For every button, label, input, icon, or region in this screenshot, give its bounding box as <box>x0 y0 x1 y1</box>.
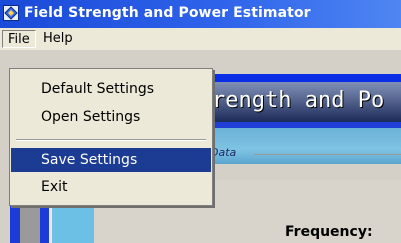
window-title: Field Strength and Power Estimator <box>24 5 311 21</box>
menu-bar: File Help <box>0 28 401 50</box>
file-dropdown-menu: Default Settings Open Settings Save Sett… <box>9 68 213 206</box>
menu-separator <box>16 139 206 141</box>
header-band <box>210 74 401 82</box>
menu-item-open-settings[interactable]: Open Settings <box>11 105 211 129</box>
frequency-label: Frequency: <box>285 224 373 240</box>
app-banner: rength and Po <box>210 82 401 122</box>
sky-graphic <box>210 128 401 164</box>
help-menu[interactable]: Help <box>38 30 78 48</box>
menu-item-exit[interactable]: Exit <box>11 175 211 199</box>
menu-item-default-settings[interactable]: Default Settings <box>11 77 211 101</box>
group-divider <box>254 154 401 155</box>
group-legend: Data <box>210 146 237 159</box>
menu-item-save-settings[interactable]: Save Settings <box>11 148 211 172</box>
file-menu[interactable]: File <box>2 30 36 48</box>
banner-title: rength and Po <box>212 88 385 113</box>
title-bar: Field Strength and Power Estimator <box>0 0 401 28</box>
app-window-icon[interactable] <box>3 5 19 21</box>
